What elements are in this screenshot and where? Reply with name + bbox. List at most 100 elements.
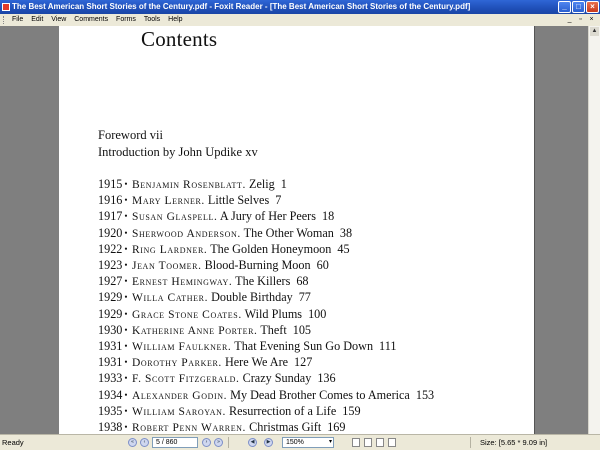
continuous-facing-icon[interactable] [388, 438, 396, 447]
toc-bullet: • [124, 292, 128, 303]
toc-entry: 1934 • Alexander Godin. My Dead Brother Co… [98, 388, 434, 404]
scroll-up-arrow[interactable]: ▲ [590, 27, 599, 36]
zoom-dropdown-icon[interactable]: ▾ [329, 438, 332, 447]
toolbar-grip[interactable] [3, 16, 6, 24]
toc-bullet: • [124, 324, 128, 335]
toc-bullet: • [124, 260, 128, 270]
document-viewport[interactable]: Contents Foreword vii Introduction by Jo… [0, 26, 600, 434]
forward-icon[interactable]: ▶ [264, 438, 273, 447]
toc-author: Katherine Anne Porter. [132, 324, 258, 337]
toc-page-number: 127 [294, 355, 313, 370]
toc-year: 1934 [98, 387, 123, 402]
doc-minimize-button[interactable]: _ [565, 15, 574, 25]
toc-year: 1927 [98, 274, 123, 289]
toc-year: 1923 [98, 258, 123, 272]
menu-forms[interactable]: Forms [116, 14, 136, 26]
toc-story-title: The Golden Honeymoon [210, 241, 332, 256]
toc-page-number: 111 [379, 339, 397, 353]
status-separator [228, 437, 229, 448]
next-page-icon[interactable]: › [202, 438, 211, 447]
doc-close-button[interactable]: × [587, 15, 596, 25]
toc-page-number: 18 [321, 209, 335, 224]
previous-page-icon[interactable]: ‹ [140, 438, 149, 447]
toc-bullet: • [124, 405, 128, 416]
continuous-page-icon[interactable] [364, 438, 372, 447]
toc-entry: 1915 • Benjamin Rosenblatt. Zelig 1 [98, 177, 287, 193]
toc-story-title: That Evening Sun Go Down [234, 339, 374, 353]
toc-year: 1917 [98, 209, 123, 224]
single-page-icon[interactable] [352, 438, 360, 447]
toc-page-number: 7 [275, 193, 282, 208]
toc-story-title: A Jury of Her Peers [219, 209, 316, 224]
toc-story-title: The Killers [235, 274, 291, 289]
toc-entry: 1929 • Willa Cather. Double Birthday 77 [98, 290, 311, 306]
maximize-button[interactable]: □ [572, 1, 585, 13]
facing-page-icon[interactable] [376, 438, 384, 447]
toc-year: 1933 [98, 371, 123, 386]
toc-author: Dorothy Parker. [132, 357, 222, 370]
toc-entry: 1931 • Dorothy Parker. Here We Are 127 [98, 355, 312, 371]
menu-help[interactable]: Help [168, 14, 182, 26]
toc-author: Ring Lardner. [132, 243, 208, 256]
toc-year: 1915 [98, 177, 123, 191]
first-page-icon[interactable]: « [128, 438, 137, 447]
toc-story-title: Crazy Sunday [242, 371, 312, 386]
vertical-scrollbar[interactable]: ▲ [588, 26, 600, 434]
toc-story-title: Double Birthday [211, 290, 293, 305]
toc-story-title: Resurrection of a Life [228, 403, 337, 418]
toc-bullet: • [124, 341, 128, 351]
toc-year: 1930 [98, 322, 123, 337]
toc-page-number: 77 [298, 290, 311, 305]
toc-author: Alexander Godin. [132, 389, 228, 402]
toc-bullet: • [124, 179, 128, 189]
minimize-button[interactable]: _ [558, 1, 571, 13]
toc-page-number: 169 [327, 420, 346, 434]
toc-year: 1931 [98, 355, 123, 370]
toc-author: Jean Toomer. [132, 260, 202, 272]
toc-page-number: 1 [280, 177, 287, 191]
menu-edit[interactable]: Edit [31, 14, 43, 26]
menu-tools[interactable]: Tools [144, 14, 160, 26]
toc-bullet: • [124, 211, 128, 222]
toc-bullet: • [124, 422, 128, 432]
toc-author: Mary Lerner. [132, 195, 205, 208]
toc-entry: 1930 • Katherine Anne Porter. Theft 105 [98, 323, 311, 339]
close-button[interactable]: × [586, 1, 599, 13]
menu-view[interactable]: View [51, 14, 66, 26]
toc-entry: 1929 • Grace Stone Coates. Wild Plums 100 [98, 307, 326, 323]
window-title: The Best American Short Stories of the C… [12, 2, 471, 11]
toc-bullet: • [124, 243, 128, 254]
toc-story-title: Theft [260, 322, 287, 337]
back-icon[interactable]: ◀ [248, 438, 257, 447]
toc-story-title: Little Selves [207, 193, 270, 208]
toc-author: Benjamin Rosenblatt. [132, 179, 246, 191]
menu-comments[interactable]: Comments [74, 14, 108, 26]
status-text: Ready [2, 438, 24, 447]
toc-page-number: 136 [317, 371, 336, 386]
last-page-icon[interactable]: » [214, 438, 223, 447]
toc-year: 1916 [98, 193, 123, 208]
toc-story-title: The Other Woman [243, 225, 334, 240]
toc-page-number: 45 [337, 241, 350, 256]
menu-file[interactable]: File [12, 14, 23, 26]
toc-author: Willa Cather. [132, 292, 209, 305]
status-bar: Ready « ‹ 5 / 860 › » ◀ ▶ 150% ▾ Size: [… [0, 434, 600, 450]
toc-story-title: Zelig [249, 177, 275, 191]
status-separator [470, 437, 471, 448]
zoom-field[interactable]: 150% ▾ [282, 437, 334, 448]
toc-entry: 1931 • William Faulkner. That Evening Sun … [98, 339, 396, 355]
toc-entry: 1935 • William Saroyan. Resurrection of a … [98, 404, 361, 420]
toc-author: Robert Penn Warren. [132, 422, 247, 434]
toc-story-title: Blood-Burning Moon [204, 258, 311, 272]
doc-restore-button[interactable]: ▫ [576, 15, 585, 25]
page-number-field[interactable]: 5 / 860 [152, 437, 198, 448]
toc-page-number: 105 [292, 322, 312, 337]
toc-bullet: • [124, 227, 128, 238]
toc-bullet: • [124, 389, 128, 400]
toc-year: 1929 [98, 306, 123, 321]
toc-introduction: Introduction by John Updike xv [98, 145, 258, 159]
toc-author: William Faulkner. [132, 341, 232, 353]
toc-year: 1922 [98, 241, 123, 256]
toc-year: 1931 [98, 339, 123, 353]
toc-foreword: Foreword vii [98, 128, 163, 142]
